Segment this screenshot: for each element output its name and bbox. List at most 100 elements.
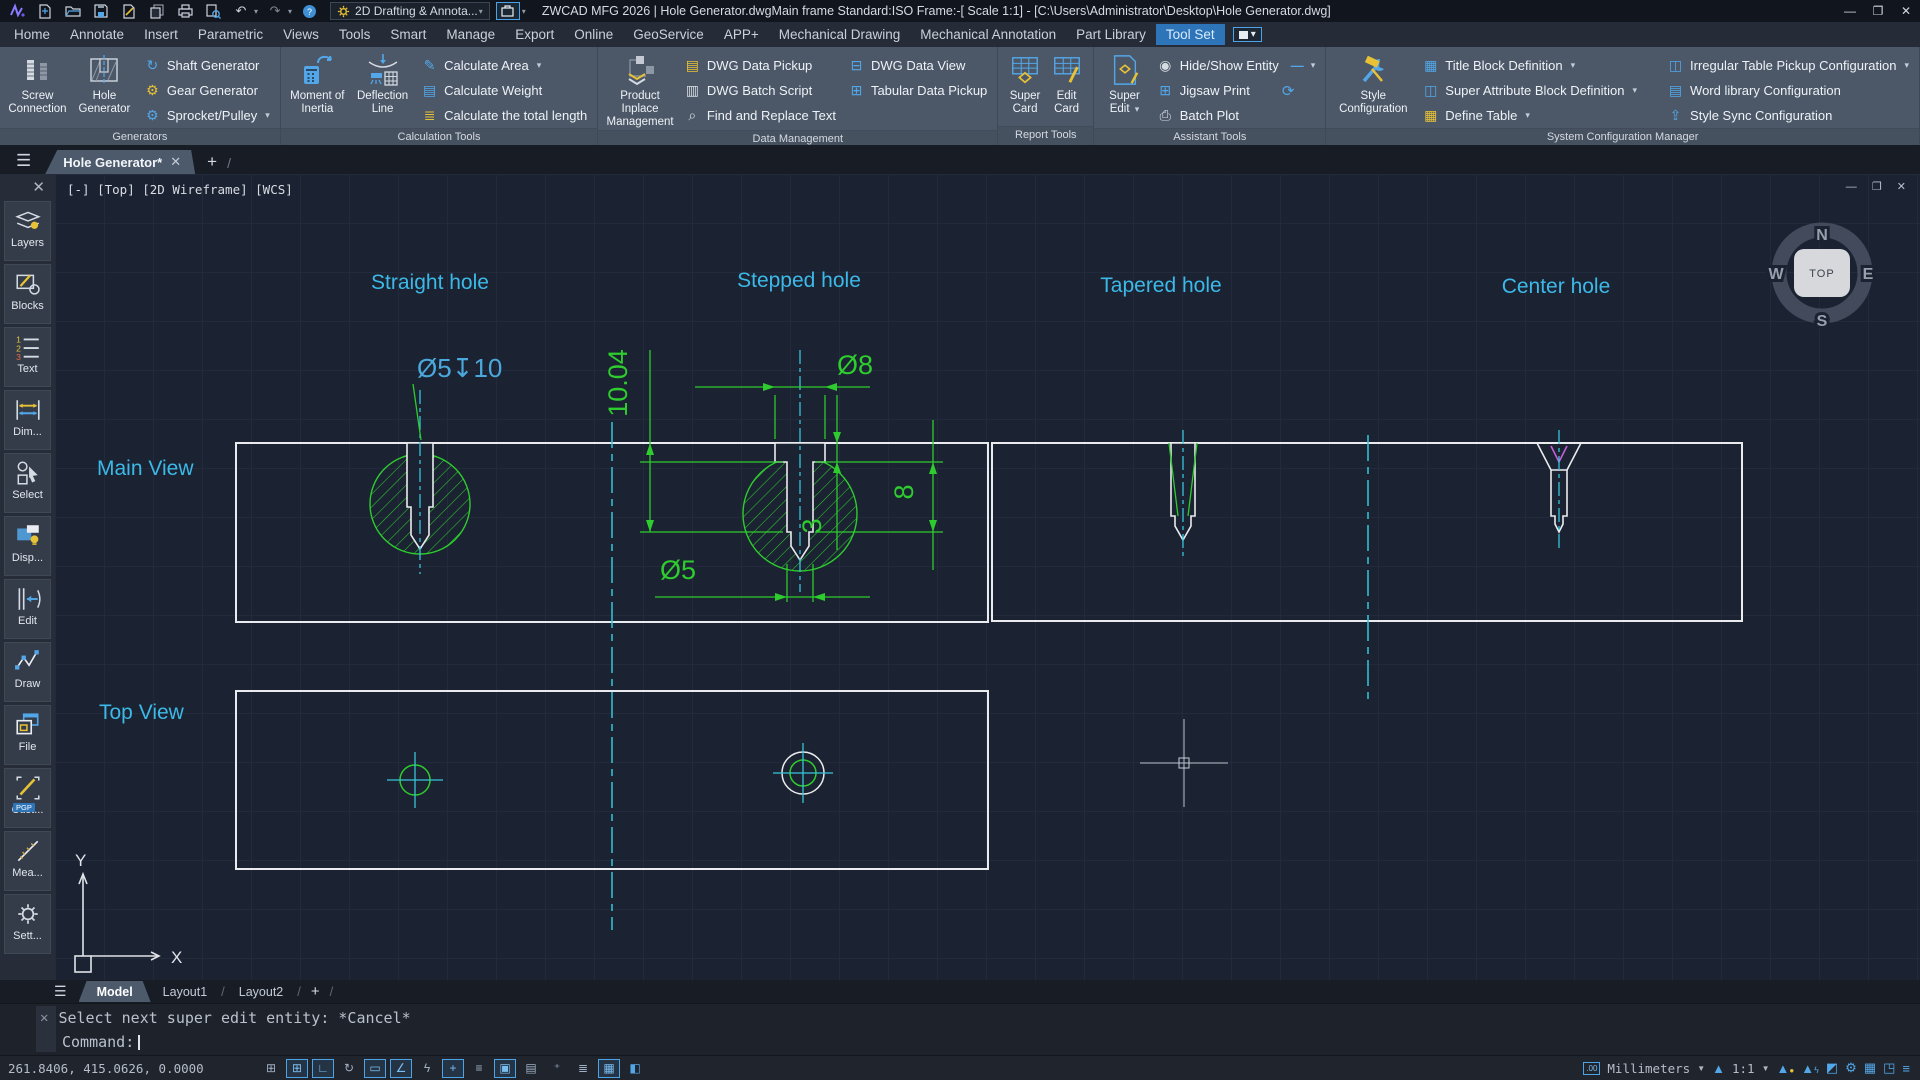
super-card-button[interactable]: Super Card <box>1004 50 1046 126</box>
undo-caret-icon[interactable]: ▾ <box>254 7 258 16</box>
hide-show-entity-item[interactable]: ◉Hide/Show Entity—▾ <box>1153 53 1320 78</box>
sidebar-item-dimension[interactable]: Dim... <box>4 390 51 450</box>
compass-east[interactable]: E <box>1863 266 1874 283</box>
sidebar-item-measure[interactable]: Mea... <box>4 831 51 891</box>
copy-button[interactable] <box>146 2 168 20</box>
super-edit-button[interactable]: Super Edit ▾ <box>1100 50 1148 128</box>
tabular-data-pickup-item[interactable]: ⊞Tabular Data Pickup <box>844 78 991 103</box>
dim-depth-8[interactable]: 8 <box>889 484 919 499</box>
find-replace-text-item[interactable]: ⌕Find and Replace Text <box>680 103 840 128</box>
toolbar-options-caret-icon[interactable]: ▾ <box>522 7 526 16</box>
undo-button[interactable]: ↶ <box>230 2 252 20</box>
doc-tab-close-icon[interactable]: ✕ <box>170 154 181 170</box>
menu-export[interactable]: Export <box>505 24 564 45</box>
auto-annotation-scale-icon[interactable]: ▲ϟ <box>1801 1061 1819 1076</box>
screw-connection-button[interactable]: Screw Connection <box>6 50 69 128</box>
ortho-toggle-icon[interactable]: ∟ <box>312 1059 334 1078</box>
sidebar-item-display[interactable]: Disp... <box>4 516 51 576</box>
menu-mechanical-annotation[interactable]: Mechanical Annotation <box>910 24 1066 45</box>
super-attribute-block-definition-item[interactable]: ◫Super Attribute Block Definition▾ <box>1418 78 1641 103</box>
dwg-data-pickup-item[interactable]: ▤DWG Data Pickup <box>680 53 840 78</box>
fullscreen-icon[interactable]: ◳ <box>1883 1060 1895 1076</box>
dwg-batch-script-item[interactable]: ▥DWG Batch Script <box>680 78 840 103</box>
open-file-button[interactable] <box>62 2 84 20</box>
menu-manage[interactable]: Manage <box>436 24 505 45</box>
doc-menu-icon[interactable]: ☰ <box>0 151 45 174</box>
transparency-icon[interactable]: ▣ <box>494 1059 516 1078</box>
sprocket-pulley-item[interactable]: ⚙Sprocket/Pulley▾ <box>140 103 274 128</box>
command-line-panel[interactable]: ✕ Select next super edit entity: *Cancel… <box>0 1003 1920 1055</box>
batch-plot-item[interactable]: ⎙Batch Plot <box>1153 103 1320 128</box>
help-button[interactable]: ? <box>298 2 320 20</box>
refresh-icon[interactable]: ⟳ <box>1282 82 1295 100</box>
jigsaw-print-item[interactable]: ⊞Jigsaw Print⟳ <box>1153 78 1320 103</box>
selection-filter-icon[interactable]: ◩ <box>1826 1060 1838 1076</box>
dim-dia-8[interactable]: Ø8 <box>837 350 873 380</box>
menu-smart[interactable]: Smart <box>380 24 436 45</box>
sidebar-item-settings[interactable]: Sett... <box>4 894 51 954</box>
lineweight-icon[interactable]: ≡ <box>468 1059 490 1078</box>
decimal-units-icon[interactable]: .00 <box>1583 1062 1600 1075</box>
straight-hole-callout[interactable]: Ø5↧10 <box>417 353 502 383</box>
workspace-switcher[interactable]: 2D Drafting & Annota... ▾ <box>330 2 490 20</box>
object-track-icon[interactable]: ϟ <box>416 1059 438 1078</box>
sidebar-item-customize[interactable]: PGP Cust... <box>4 768 51 828</box>
toolbox-button[interactable] <box>496 2 520 20</box>
dim-depth-10-04[interactable]: 10.04 <box>603 349 633 417</box>
drawing-canvas[interactable]: [-] [Top] [2D Wireframe] [WCS] — ❐ ✕ <box>55 174 1920 980</box>
annotation-scale-icon[interactable]: ▲ <box>1712 1061 1725 1076</box>
menu-insert[interactable]: Insert <box>134 24 188 45</box>
gear-generator-item[interactable]: ⚙Gear Generator <box>140 78 274 103</box>
sidebar-item-file[interactable]: File <box>4 705 51 765</box>
angle-snap-icon[interactable]: ∠ <box>390 1059 412 1078</box>
grid-toggle-icon[interactable]: ⊞ <box>286 1059 308 1078</box>
label-straight-hole[interactable]: Straight hole <box>371 271 489 294</box>
minimize-button[interactable]: — <box>1836 0 1864 22</box>
hardware-acceleration-icon[interactable]: ▦ <box>1864 1060 1876 1076</box>
status-menu-icon[interactable]: ≡ <box>1902 1061 1910 1076</box>
print-button[interactable] <box>174 2 196 20</box>
save-button[interactable] <box>90 2 112 20</box>
scale-caret-icon[interactable]: ▼ <box>1762 1064 1770 1073</box>
sidebar-close-icon[interactable]: ✕ <box>32 174 55 198</box>
redo-caret-icon[interactable]: ▾ <box>288 7 292 16</box>
calculate-weight-item[interactable]: ▤Calculate Weight <box>417 78 591 103</box>
hole-generator-button[interactable]: Hole Generator <box>73 50 136 128</box>
menu-tools[interactable]: Tools <box>329 24 381 45</box>
insertion-point-crosshair[interactable] <box>1140 719 1228 807</box>
menu-views[interactable]: Views <box>273 24 329 45</box>
workspace-caret-icon[interactable]: ▾ <box>479 7 483 16</box>
menu-mechanical-drawing[interactable]: Mechanical Drawing <box>769 24 911 45</box>
snap-toggle-icon[interactable]: ⊞ <box>260 1059 282 1078</box>
close-button[interactable]: ✕ <box>1892 0 1920 22</box>
tapered-hole-section[interactable] <box>1169 430 1197 556</box>
top-view-stepped-hole[interactable] <box>773 743 833 803</box>
moment-of-inertia-button[interactable]: Moment of Inertia <box>287 50 348 128</box>
save-as-button[interactable] <box>118 2 140 20</box>
sidebar-item-text[interactable]: 123 Text <box>4 327 51 387</box>
label-center-hole[interactable]: Center hole <box>1502 275 1611 298</box>
compass-north[interactable]: N <box>1816 227 1828 244</box>
units-caret-icon[interactable]: ▼ <box>1697 1064 1705 1073</box>
doc-tab-hole-generator[interactable]: Hole Generator* ✕ <box>45 150 195 174</box>
units-format-icon[interactable]: ▦ <box>598 1059 620 1078</box>
dynamic-input-icon[interactable]: + <box>442 1059 464 1078</box>
object-snap-icon[interactable]: ▭ <box>364 1059 386 1078</box>
define-table-item[interactable]: ▦Define Table▾ <box>1418 103 1641 128</box>
shaft-generator-item[interactable]: ↻Shaft Generator <box>140 53 274 78</box>
word-library-configuration-item[interactable]: ▤Word library Configuration <box>1663 78 1913 103</box>
sidebar-item-draw[interactable]: Draw <box>4 642 51 702</box>
redo-button[interactable]: ↷ <box>264 2 286 20</box>
menu-home[interactable]: Home <box>4 24 60 45</box>
deflection-line-button[interactable]: Deflection Line <box>352 50 413 128</box>
command-input-cursor[interactable] <box>138 1035 140 1050</box>
straight-hole-section[interactable]: Ø5↧10 <box>370 353 502 574</box>
preview-button[interactable] <box>202 2 224 20</box>
label-tapered-hole[interactable]: Tapered hole <box>1100 274 1221 297</box>
view-compass[interactable]: N S W E TOP <box>1768 227 1873 330</box>
menu-parametric[interactable]: Parametric <box>188 24 273 45</box>
new-file-button[interactable] <box>34 2 56 20</box>
dim-depth-3[interactable]: 3 <box>797 518 827 533</box>
menu-tool-set[interactable]: Tool Set <box>1156 24 1225 45</box>
sidebar-item-blocks[interactable]: Blocks <box>4 264 51 324</box>
